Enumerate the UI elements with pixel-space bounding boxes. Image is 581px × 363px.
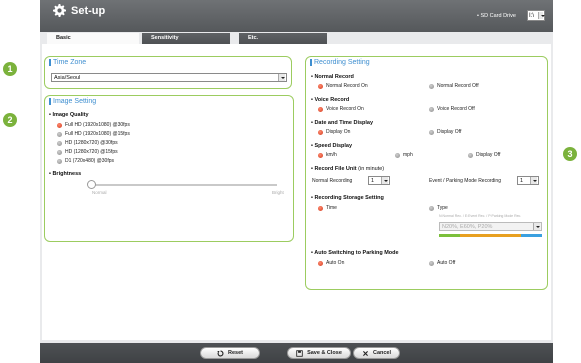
chevron-down-icon — [533, 223, 540, 230]
image-quality-label: • Image Quality — [49, 112, 89, 118]
storage-type-legend: N:Normal Rec. / E:Event Rec. / P:Parking… — [439, 214, 522, 218]
callout-3: 3 — [563, 147, 577, 161]
storage-type-select[interactable]: N20%, E60%, P20% — [439, 222, 542, 231]
quality-option-1[interactable]: Full HD (1920x1080) @15fps — [57, 131, 130, 137]
time-zone-value: Asia/Seoul — [54, 74, 81, 81]
save-close-button[interactable]: Save & Close — [287, 347, 351, 359]
radio-icon — [318, 205, 323, 211]
chevron-down-icon — [278, 74, 285, 81]
radio-icon — [57, 149, 62, 155]
storage-type-ratio-segment — [439, 234, 460, 237]
image-setting-title: Image Setting — [49, 98, 96, 105]
date-time-off[interactable]: Display Off — [429, 129, 461, 135]
event-recording-label: Event / Parking Mode Recording — [429, 178, 501, 184]
date-time-on[interactable]: Display On — [318, 129, 350, 135]
time-zone-select[interactable]: Asia/Seoul — [51, 73, 287, 82]
tab-basic[interactable]: Basic — [47, 33, 139, 44]
quality-option-2[interactable]: HD (1280x720) @30fps — [57, 140, 118, 146]
refresh-icon — [217, 349, 224, 356]
close-icon — [362, 350, 368, 356]
normal-record-on[interactable]: Normal Record On — [318, 83, 368, 89]
callout-2: 2 — [3, 113, 17, 127]
date-time-label: • Date and Time Display — [311, 120, 374, 126]
window-title: Set-up — [53, 4, 105, 17]
radio-icon — [318, 106, 323, 112]
radio-icon — [318, 260, 323, 266]
event-recording-select[interactable]: 1 — [517, 176, 539, 185]
tab-etc[interactable]: Etc. — [239, 33, 327, 44]
radio-icon — [318, 83, 323, 89]
brightness-label: • Brightness — [49, 171, 82, 177]
radio-icon — [429, 106, 434, 112]
radio-icon — [429, 260, 434, 266]
callout-1: 1 — [3, 62, 17, 76]
voice-record-on[interactable]: Voice Record On — [318, 106, 364, 112]
quality-option-4[interactable]: D1 (720x480) @30fps — [57, 158, 114, 164]
radio-icon — [57, 140, 62, 146]
normal-record-off[interactable]: Normal Record Off — [429, 83, 479, 89]
storage-time[interactable]: Time — [318, 205, 337, 211]
voice-record-off[interactable]: Voice Record Off — [429, 106, 475, 112]
radio-icon — [57, 158, 62, 164]
setup-window: Set-up • SD Card Drive I:\ Basic Sensiti… — [40, 0, 553, 363]
radio-icon — [395, 152, 400, 158]
normal-record-label: • Normal Record — [311, 74, 354, 80]
time-zone-title: Time Zone — [49, 59, 86, 66]
sd-card-drive-value: I:\ — [529, 12, 535, 19]
image-setting-group: Image Setting • Image Quality Full HD (1… — [44, 95, 294, 242]
speed-off[interactable]: Display Off — [468, 152, 500, 158]
speed-display-label: • Speed Display — [311, 143, 353, 149]
save-icon — [296, 349, 303, 357]
gear-icon — [53, 4, 66, 17]
storage-type-ratio-segment — [521, 234, 542, 237]
storage-type-ratio-bar — [439, 234, 542, 237]
chevron-down-icon — [538, 12, 545, 19]
radio-icon — [468, 152, 473, 158]
auto-parking-on[interactable]: Auto On — [318, 260, 344, 266]
radio-icon — [318, 129, 323, 135]
tab-sensitivity[interactable]: Sensitivity — [142, 33, 230, 44]
brightness-slider-handle[interactable] — [87, 180, 96, 189]
voice-record-label: • Voice Record — [311, 97, 350, 103]
reset-button[interactable]: Reset — [200, 347, 260, 359]
cancel-button[interactable]: Cancel — [353, 347, 400, 359]
sd-card-label: • SD Card Drive — [477, 13, 516, 19]
chevron-down-icon — [381, 177, 388, 184]
brightness-slider-track[interactable] — [89, 184, 277, 186]
radio-icon — [318, 152, 323, 158]
normal-recording-select[interactable]: 1 — [368, 176, 390, 185]
radio-icon — [57, 122, 62, 128]
radio-icon — [429, 129, 434, 135]
quality-option-0[interactable]: Full HD (1920x1080) @30fps — [57, 122, 130, 128]
brightness-max-label: Bright — [272, 190, 284, 195]
chevron-down-icon — [530, 177, 537, 184]
time-zone-group: Time Zone Asia/Seoul — [44, 56, 292, 89]
recording-setting-title: Recording Setting — [310, 59, 370, 66]
title-bar: Set-up • SD Card Drive I:\ — [40, 0, 553, 32]
normal-recording-label: Normal Recording — [312, 178, 353, 184]
radio-icon — [429, 83, 434, 89]
auto-parking-label: • Auto Switching to Parking Mode — [311, 250, 399, 256]
storage-type-ratio-segment — [459, 234, 522, 237]
recording-setting-group: Recording Setting • Normal Record Normal… — [305, 56, 548, 290]
storage-setting-label: • Recording Storage Setting — [311, 195, 384, 201]
radio-icon — [429, 205, 434, 211]
radio-icon — [57, 131, 62, 137]
brightness-min-label: Normal — [92, 190, 107, 195]
basic-tab-content: Time Zone Asia/Seoul Image Setting • Ima… — [42, 44, 551, 340]
window-title-text: Set-up — [71, 4, 106, 17]
storage-type[interactable]: Type — [429, 205, 448, 211]
sd-card-drive-select[interactable]: I:\ — [527, 10, 545, 21]
speed-kmh[interactable]: km/h — [318, 152, 337, 158]
file-unit-label: • Record File Unit (in minute) — [311, 166, 385, 172]
quality-option-3[interactable]: HD (1280x720) @15fps — [57, 149, 118, 155]
speed-mph[interactable]: mph — [395, 152, 413, 158]
auto-parking-off[interactable]: Auto Off — [429, 260, 455, 266]
